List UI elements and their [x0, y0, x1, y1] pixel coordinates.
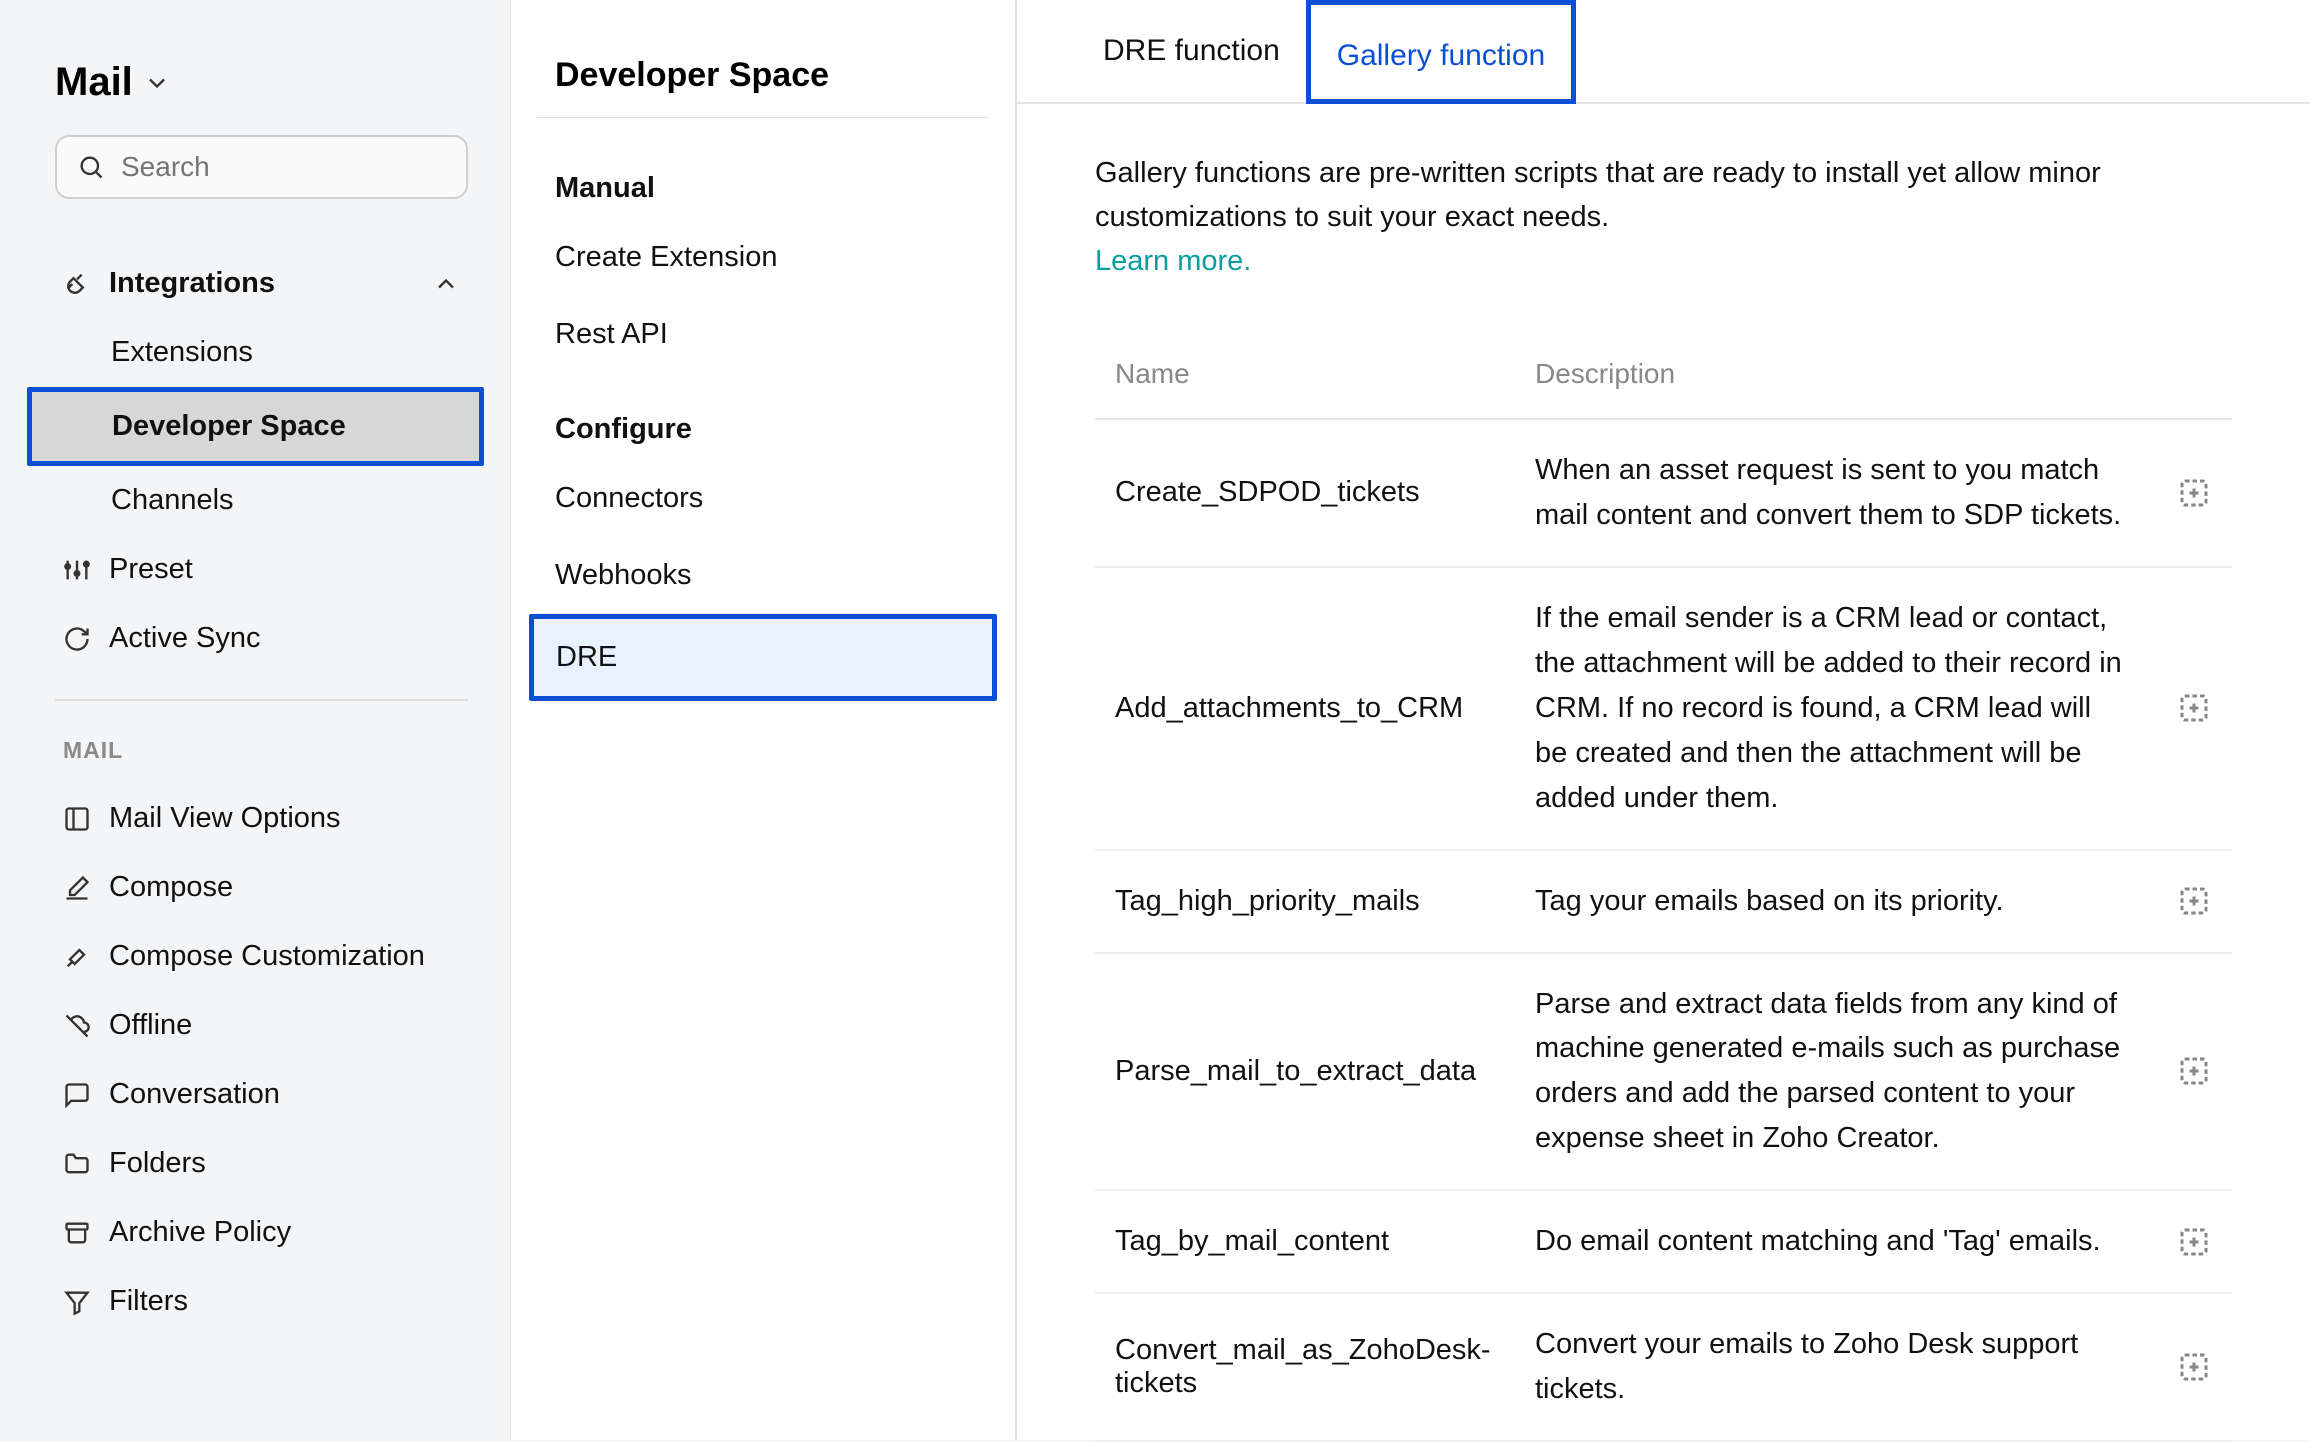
sidebar-item-integrations[interactable]: Integrations — [55, 249, 468, 318]
menu-item-create-extension[interactable]: Create Extension — [537, 219, 989, 296]
app-title-label: Mail — [55, 60, 133, 105]
menu-item-webhooks[interactable]: Webhooks — [537, 537, 989, 614]
table-row[interactable]: Add_attachments_to_CRMIf the email sende… — [1095, 568, 2232, 851]
gallery-table: Name Description Create_SDPOD_ticketsWhe… — [1095, 358, 2232, 1442]
filter-icon — [63, 1288, 91, 1316]
sidebar-item-channels[interactable]: Channels — [55, 466, 468, 535]
intro-text: Gallery functions are pre-written script… — [1095, 152, 2155, 239]
row-name: Tag_high_priority_mails — [1115, 885, 1535, 918]
tab-gallery-function[interactable]: Gallery function — [1306, 0, 1576, 104]
sidebar-item-developer-space[interactable]: Developer Space — [27, 387, 484, 466]
table-row[interactable]: Parse_mail_to_extract_dataParse and extr… — [1095, 954, 2232, 1192]
sidebar-item-label: Extensions — [111, 336, 253, 369]
table-row[interactable]: Convert_mail_as_ZohoDesk-ticketsConvert … — [1095, 1294, 2232, 1442]
group-label-configure: Configure — [537, 399, 989, 460]
sidebar-item-folders[interactable]: Folders — [55, 1129, 468, 1198]
sidebar-item-compose[interactable]: Compose — [55, 853, 468, 922]
sidebar-item-label: Integrations — [109, 267, 275, 300]
sidebar-item-preset[interactable]: Preset — [55, 535, 468, 604]
sidebar-item-active-sync[interactable]: Active Sync — [55, 604, 468, 673]
table-row[interactable]: Tag_by_mail_contentDo email content matc… — [1095, 1191, 2232, 1294]
sidebar-item-label: Mail View Options — [109, 802, 341, 835]
app-title-dropdown[interactable]: Mail — [55, 60, 468, 105]
add-function-button[interactable] — [2176, 690, 2212, 726]
menu-item-rest-api[interactable]: Rest API — [537, 296, 989, 373]
learn-more-link[interactable]: Learn more. — [1095, 245, 1251, 278]
add-function-button[interactable] — [2176, 1224, 2212, 1260]
menu-item-connectors[interactable]: Connectors — [537, 460, 989, 537]
table-row[interactable]: Create_SDPOD_ticketsWhen an asset reques… — [1095, 420, 2232, 568]
group-label-manual: Manual — [537, 158, 989, 219]
sidebar-item-label: Folders — [109, 1147, 206, 1180]
sidebar-item-label: Channels — [111, 484, 234, 517]
sidebar-item-label: Offline — [109, 1009, 192, 1042]
column-header-name: Name — [1115, 358, 1535, 390]
tools-icon — [63, 943, 91, 971]
row-description: Tag your emails based on its priority. — [1535, 879, 2148, 924]
middle-panel-title: Developer Space — [537, 56, 989, 118]
row-name: Add_attachments_to_CRM — [1115, 692, 1535, 725]
table-header: Name Description — [1095, 358, 2232, 420]
sidebar-item-mail-view-options[interactable]: Mail View Options — [55, 784, 468, 853]
cloud-off-icon — [63, 1012, 91, 1040]
sidebar-item-label: Developer Space — [112, 410, 346, 443]
row-name: Convert_mail_as_ZohoDesk-tickets — [1115, 1334, 1535, 1400]
left-sidebar: Mail Integrations Extensions Developer S… — [0, 0, 511, 1440]
sidebar-item-label: Filters — [109, 1285, 188, 1318]
row-description: Parse and extract data fields from any k… — [1535, 982, 2148, 1162]
search-input[interactable] — [121, 151, 482, 183]
row-description: If the email sender is a CRM lead or con… — [1535, 596, 2148, 821]
menu-item-dre[interactable]: DRE — [529, 614, 997, 701]
sidebar-item-archive-policy[interactable]: Archive Policy — [55, 1198, 468, 1267]
archive-icon — [63, 1219, 91, 1247]
row-name: Create_SDPOD_tickets — [1115, 476, 1535, 509]
tabs: DRE function Gallery function — [1017, 0, 2310, 104]
sidebar-item-conversation[interactable]: Conversation — [55, 1060, 468, 1129]
add-function-button[interactable] — [2176, 1349, 2212, 1385]
add-function-button[interactable] — [2176, 883, 2212, 919]
row-name: Tag_by_mail_content — [1115, 1225, 1535, 1258]
sidebar-item-offline[interactable]: Offline — [55, 991, 468, 1060]
tab-dre-function[interactable]: DRE function — [1077, 0, 1306, 102]
search-container[interactable] — [55, 135, 468, 199]
sidebar-item-label: Conversation — [109, 1078, 280, 1111]
plug-icon — [63, 270, 91, 298]
sidebar-item-filters[interactable]: Filters — [55, 1267, 468, 1336]
sidebar-item-label: Compose — [109, 871, 233, 904]
sidebar-item-label: Preset — [109, 553, 193, 586]
layout-icon — [63, 805, 91, 833]
sync-icon — [63, 625, 91, 653]
search-icon — [77, 153, 105, 181]
row-description: Convert your emails to Zoho Desk support… — [1535, 1322, 2148, 1412]
add-function-button[interactable] — [2176, 1053, 2212, 1089]
table-row[interactable]: Tag_high_priority_mailsTag your emails b… — [1095, 851, 2232, 954]
main-panel: DRE function Gallery function Gallery fu… — [1017, 0, 2310, 1440]
sidebar-item-compose-customization[interactable]: Compose Customization — [55, 922, 468, 991]
chat-icon — [63, 1081, 91, 1109]
middle-panel: Developer Space Manual Create Extension … — [511, 0, 1017, 1440]
chevron-up-icon — [432, 270, 460, 298]
chevron-down-icon — [143, 69, 171, 97]
divider — [55, 699, 468, 701]
row-description: Do email content matching and 'Tag' emai… — [1535, 1219, 2148, 1264]
sidebar-item-extensions[interactable]: Extensions — [55, 318, 468, 387]
sidebar-item-label: Compose Customization — [109, 940, 425, 973]
column-header-description: Description — [1535, 358, 2148, 390]
sidebar-item-label: Archive Policy — [109, 1216, 291, 1249]
folder-icon — [63, 1150, 91, 1178]
add-function-button[interactable] — [2176, 475, 2212, 511]
edit-icon — [63, 874, 91, 902]
content-body: Gallery functions are pre-written script… — [1017, 104, 2310, 1442]
row-name: Parse_mail_to_extract_data — [1115, 1055, 1535, 1088]
row-description: When an asset request is sent to you mat… — [1535, 448, 2148, 538]
section-label-mail: MAIL — [55, 727, 468, 784]
sliders-icon — [63, 556, 91, 584]
sidebar-item-label: Active Sync — [109, 622, 261, 655]
